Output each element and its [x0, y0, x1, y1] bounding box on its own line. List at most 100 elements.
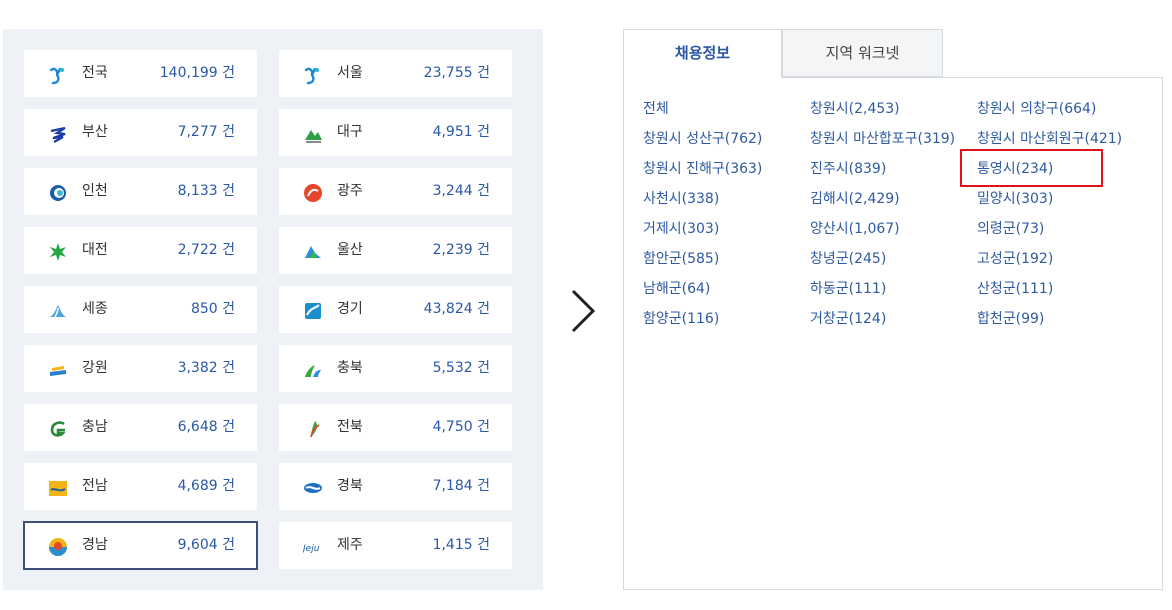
- region-count: 4,951 건: [432, 124, 490, 140]
- city-link[interactable]: 창원시 의창구(664): [977, 94, 1157, 124]
- city-link[interactable]: 남해군(64): [643, 274, 810, 304]
- region-count: 43,824 건: [423, 301, 490, 317]
- city-link[interactable]: 창원시 성산구(762): [643, 124, 810, 154]
- region-card[interactable]: 경남 9,604 건: [23, 521, 258, 570]
- region-name: 부산: [82, 124, 108, 140]
- region-name: 전남: [82, 478, 108, 494]
- region-name: 서울: [337, 65, 363, 81]
- region-card[interactable]: 울산 2,239 건: [278, 226, 513, 275]
- gwangju-logo-icon: [304, 184, 322, 202]
- region-count: 1,415 건: [432, 537, 490, 553]
- region-card[interactable]: 서울 23,755 건: [278, 49, 513, 98]
- city-link[interactable]: 김해시(2,429): [810, 184, 977, 214]
- city-link[interactable]: 거창군(124): [810, 304, 977, 334]
- region-count: 7,184 건: [432, 478, 490, 494]
- region-name: 강원: [82, 360, 108, 376]
- city-link[interactable]: 창원시(2,453): [810, 94, 977, 124]
- region-card[interactable]: 전북 4,750 건: [278, 403, 513, 452]
- tab-regional-worknet[interactable]: 지역 워크넷: [782, 29, 943, 77]
- chevron-right-icon: [571, 289, 596, 333]
- incheon-logo-icon: [50, 185, 66, 201]
- city-link[interactable]: 함안군(585): [643, 244, 810, 274]
- city-link[interactable]: 고성군(192): [977, 244, 1157, 274]
- region-panel: 전국 140,199 건 서울 23,755 건부산 7,277 건 대구 4,951 건인…: [3, 29, 543, 590]
- city-link[interactable]: 창원시 마산회원구(421): [977, 124, 1157, 154]
- region-card[interactable]: 부산 7,277 건: [23, 108, 258, 157]
- region-card[interactable]: 대구 4,951 건: [278, 108, 513, 157]
- region-name: 제주: [337, 537, 363, 553]
- region-card[interactable]: Jeju 제주 1,415 건: [278, 521, 513, 570]
- region-name: 대전: [82, 242, 108, 258]
- region-count: 23,755 건: [423, 65, 490, 81]
- city-link[interactable]: 거제시(303): [643, 214, 810, 244]
- chungnam-logo-icon: [50, 421, 66, 437]
- region-name: 대구: [337, 124, 363, 140]
- region-count: 7,277 건: [177, 124, 235, 140]
- ulsan-logo-icon: [305, 246, 321, 258]
- gyeonggi-logo-icon: [305, 303, 321, 319]
- gyeongnam-logo-icon: [49, 538, 67, 556]
- city-link[interactable]: 하동군(111): [810, 274, 977, 304]
- region-card[interactable]: 전남 4,689 건: [23, 462, 258, 511]
- region-card[interactable]: 충북 5,532 건: [278, 344, 513, 393]
- region-count: 6,648 건: [177, 419, 235, 435]
- city-link[interactable]: 함양군(116): [643, 304, 810, 334]
- region-card[interactable]: 광주 3,244 건: [278, 167, 513, 216]
- city-link[interactable]: 합천군(99): [977, 304, 1157, 334]
- region-name: 충남: [82, 419, 108, 435]
- region-name: 인천: [82, 183, 108, 199]
- sejong-logo-icon: [50, 305, 66, 318]
- region-card[interactable]: 경북 7,184 건: [278, 462, 513, 511]
- city-link[interactable]: 산청군(111): [977, 274, 1157, 304]
- city-grid: 전체 창원시(2,453) 창원시 의창구(664) 창원시 성산구(762) 창원시 …: [643, 94, 1157, 334]
- svg-text:Jeju: Jeju: [303, 544, 320, 554]
- city-list-panel: 전체 창원시(2,453) 창원시 의창구(664) 창원시 성산구(762) 창원시 …: [623, 77, 1163, 590]
- city-link[interactable]: 전체: [643, 94, 810, 124]
- region-count: 4,689 건: [177, 478, 235, 494]
- region-count: 8,133 건: [177, 183, 235, 199]
- national-logo-icon: [49, 67, 64, 85]
- city-link[interactable]: 창녕군(245): [810, 244, 977, 274]
- region-name: 충북: [337, 360, 363, 376]
- city-link[interactable]: 사천시(338): [643, 184, 810, 214]
- region-card[interactable]: 인천 8,133 건: [23, 167, 258, 216]
- region-card[interactable]: 경기 43,824 건: [278, 285, 513, 334]
- daejeon-logo-icon: [50, 243, 66, 261]
- region-count: 3,244 건: [432, 183, 490, 199]
- city-link[interactable]: 밀양시(303): [977, 184, 1157, 214]
- city-link[interactable]: 창원시 진해구(363): [643, 154, 810, 184]
- region-count: 2,722 건: [177, 242, 235, 258]
- region-card[interactable]: 충남 6,648 건: [23, 403, 258, 452]
- gangwon-logo-icon: [50, 366, 66, 376]
- region-card[interactable]: 강원 3,382 건: [23, 344, 258, 393]
- region-name: 경북: [337, 478, 363, 494]
- jeonbuk-logo-icon: [310, 421, 320, 438]
- tab-job-info[interactable]: 채용정보: [623, 29, 782, 78]
- city-link[interactable]: 의령군(73): [977, 214, 1157, 244]
- region-name: 광주: [337, 183, 363, 199]
- region-grid: 전국 140,199 건 서울 23,755 건부산 7,277 건 대구 4,951 건인…: [23, 49, 513, 570]
- busan-logo-icon: [50, 126, 66, 143]
- region-name: 전국: [82, 65, 108, 81]
- region-count: 3,382 건: [177, 360, 235, 376]
- region-count: 5,532 건: [432, 360, 490, 376]
- chungbuk-logo-icon: [305, 365, 321, 377]
- region-card[interactable]: 세종 850 건: [23, 285, 258, 334]
- city-link[interactable]: 양산시(1,067): [810, 214, 977, 244]
- city-link-highlighted[interactable]: 통영시(234): [977, 154, 1157, 184]
- jeju-logo-icon: Jeju: [303, 544, 320, 554]
- region-card[interactable]: 대전 2,722 건: [23, 226, 258, 275]
- gyeongbuk-logo-icon: [304, 483, 322, 493]
- region-name: 전북: [337, 419, 363, 435]
- seoul-logo-icon: [304, 67, 319, 85]
- region-count: 9,604 건: [177, 537, 235, 553]
- daegu-logo-icon: [305, 130, 322, 143]
- region-count: 4,750 건: [432, 419, 490, 435]
- region-name: 경기: [337, 301, 363, 317]
- city-link[interactable]: 창원시 마산합포구(319): [810, 124, 977, 154]
- region-name: 경남: [82, 537, 108, 553]
- city-link[interactable]: 진주시(839): [810, 154, 977, 184]
- region-name: 세종: [82, 301, 108, 317]
- region-count: 850 건: [190, 301, 235, 317]
- region-card[interactable]: 전국 140,199 건: [23, 49, 258, 98]
